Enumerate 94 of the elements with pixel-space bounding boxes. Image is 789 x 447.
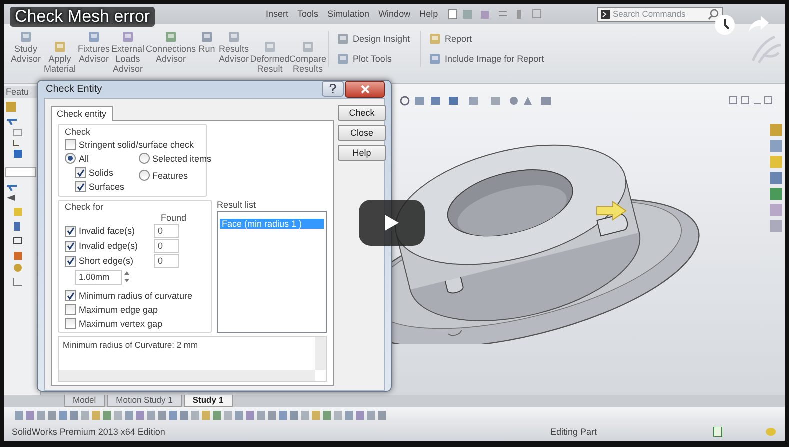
toolbar-icon [165,31,177,43]
status-text: SolidWorks Premium 2013 x64 Edition [12,427,166,437]
checkbox[interactable] [65,304,76,315]
toolbar-icon [264,41,276,53]
ribbon-button[interactable]: Results Advisor [218,31,250,64]
ribbon-button[interactable]: Apply Material [44,41,76,74]
arrow-icon [596,201,628,221]
toolbar-icon [20,31,32,43]
ribbon-button[interactable]: Run [198,31,216,54]
toolbar-icon [337,53,349,65]
ribbon-button[interactable]: External Loads Advisor [112,31,144,74]
study-tab[interactable]: Motion Study 1 [107,395,182,407]
length-field[interactable]: 1.00mm [75,270,122,284]
search-placeholder: Search Commands [613,9,687,19]
menu-item[interactable]: Help [420,9,438,19]
task-pane-drawing[interactable] [769,124,783,234]
help-icon [329,84,337,94]
toolbar-icon [302,41,314,53]
checkbox-label: Maximum edge gap [79,304,158,314]
help-button[interactable] [322,81,344,97]
toolbar-icon [122,31,134,43]
scrollbar[interactable] [315,337,326,370]
radio-label: Selected items [152,154,212,164]
close-icon [360,85,370,94]
ribbon-button[interactable]: Design Insight [337,33,410,45]
checkbox[interactable] [65,256,76,266]
dialog-button[interactable]: Help [338,145,386,161]
clock-icon[interactable] [714,14,736,36]
spinner-icon[interactable] [124,270,130,284]
status-text: Editing Part [550,427,597,437]
checkbox[interactable] [75,167,86,178]
dialog-button[interactable]: Check [338,105,386,121]
checkbox-label: Solids [89,168,114,178]
checkbox-label: Invalid edge(s) [79,241,138,251]
search-field[interactable]: Search Commands [597,6,723,22]
radio-button[interactable] [138,170,150,181]
ribbon-button[interactable]: Report [429,33,544,45]
dialog-title: Check Entity [45,84,102,95]
toolbar-icon [337,33,349,45]
close-button[interactable] [345,81,385,98]
checkbox-label: Surfaces [89,182,125,192]
checkbox-label: Invalid face(s) [79,226,136,236]
search-icon[interactable] [708,8,719,20]
checkbox[interactable] [65,226,76,236]
checkbox[interactable] [65,290,76,301]
found-field: 0 [154,239,179,253]
list-label: Result list [217,200,258,210]
group-label: Check for [65,202,105,212]
ribbon-button[interactable]: Deformed Result [252,41,288,74]
toolbar-icon [429,53,442,65]
checkbox-label: Maximum vertex gap [79,318,163,328]
checkbox[interactable] [65,139,76,150]
ribbon-button[interactable]: Fixtures Advisor [78,31,110,64]
study-tab[interactable]: Study 1 [184,395,233,407]
found-field: 0 [154,254,179,268]
ribbon-button[interactable]: Study Advisor [10,31,42,64]
dialog-tab[interactable]: Check entity [51,106,113,121]
checkbox-label: Short edge(s) [79,256,134,266]
ribbon-button[interactable]: Plot Tools [337,53,410,65]
page-icon [713,427,723,437]
radio-button[interactable] [65,153,76,164]
ribbon-button[interactable]: Connections Advisor [146,31,196,64]
dialog-button[interactable]: Close [338,125,386,141]
ribbon-button[interactable]: Include Image for Report [429,53,544,65]
scrollbar[interactable] [59,370,315,381]
video-title: Check Mesh error [10,7,156,27]
toolbar-icon [429,33,442,45]
ribbon-button[interactable]: Compare Results [290,41,326,74]
menu-item[interactable]: Tools [298,9,319,19]
tag-icon [765,427,777,437]
menu-item[interactable]: Window [378,9,411,19]
check-icon [66,292,74,300]
column-header: Found [161,213,188,223]
checkbox[interactable] [75,181,86,192]
menu-item[interactable]: Simulation [328,9,370,19]
radio-label: All [79,154,90,164]
toolbar-icon [88,31,100,43]
checkbox-label: Stringent solid/surface check [79,140,194,150]
radio-button[interactable] [138,153,150,164]
panel-tab[interactable]: Featu [4,86,40,98]
toolbar-icon [201,31,213,43]
play-button[interactable] [359,200,425,246]
menu-item[interactable]: Insert [266,9,289,19]
study-tab[interactable]: Model [64,395,106,407]
command-icon [601,10,610,18]
found-field: 0 [154,224,179,238]
checkbox[interactable] [65,318,76,329]
toolbar-icon [54,41,66,53]
group-label: Check [65,127,92,137]
message-text: Minimum radius of Curvature: 2 mm [62,339,200,352]
checkbox[interactable] [65,240,76,252]
checkbox-label: Minimum radius of curvature [79,290,193,300]
radio-label: Features [152,170,188,180]
toolbar-icon [228,31,240,43]
